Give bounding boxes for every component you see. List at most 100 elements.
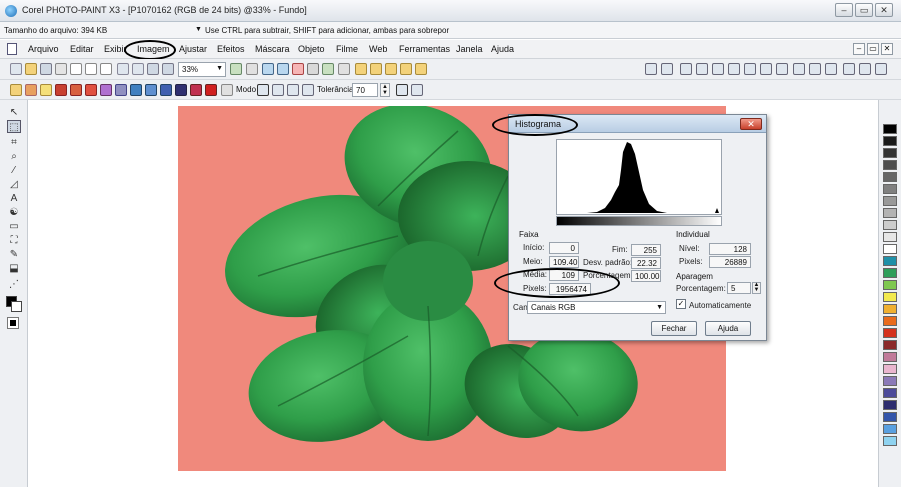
window-e-icon[interactable]: [859, 63, 871, 75]
text-tool-icon[interactable]: A: [7, 192, 21, 205]
snap-icon[interactable]: [744, 63, 756, 75]
open-icon[interactable]: [25, 63, 37, 75]
eyedropper-tool-icon[interactable]: ⁄: [7, 164, 21, 177]
water-icon[interactable]: [130, 84, 142, 96]
brush-icon[interactable]: [10, 84, 22, 96]
doc-close-button[interactable]: ✕: [881, 43, 893, 55]
fill-icon[interactable]: [85, 84, 97, 96]
mask-transform-icon[interactable]: [246, 63, 258, 75]
tolerance-input[interactable]: 70: [352, 83, 378, 97]
palette-color-chip[interactable]: [883, 172, 897, 182]
fechar-button[interactable]: Fechar: [651, 321, 697, 336]
palette-color-chip[interactable]: [883, 124, 897, 134]
antialias-icon[interactable]: [396, 84, 408, 96]
palette-color-chip[interactable]: [883, 160, 897, 170]
window-c-icon[interactable]: [825, 63, 837, 75]
clone-icon[interactable]: [100, 84, 112, 96]
menu-ajustar[interactable]: Ajustar: [179, 44, 207, 54]
redo-icon[interactable]: [132, 63, 144, 75]
tool-e-icon[interactable]: [415, 63, 427, 75]
feather-icon[interactable]: [411, 84, 423, 96]
plus-icon[interactable]: [776, 63, 788, 75]
mode-add-icon[interactable]: [272, 84, 284, 96]
dodge-icon[interactable]: [160, 84, 172, 96]
window-f-icon[interactable]: [875, 63, 887, 75]
rectangle-tool-icon[interactable]: ▭: [7, 220, 21, 233]
mask-marquee-icon[interactable]: [292, 63, 304, 75]
palette-color-chip[interactable]: [883, 424, 897, 434]
docker-icon[interactable]: [680, 63, 692, 75]
eraser-icon[interactable]: [190, 84, 202, 96]
aparagem-porcentagem-input[interactable]: 5: [727, 282, 751, 294]
palette-color-chip[interactable]: [883, 316, 897, 326]
palette-color-chip[interactable]: [883, 400, 897, 410]
menu-filme[interactable]: Filme: [336, 44, 358, 54]
smear-icon[interactable]: [115, 84, 127, 96]
guidelines-icon[interactable]: [728, 63, 740, 75]
sponge-icon[interactable]: [145, 84, 157, 96]
paste-icon[interactable]: [100, 63, 112, 75]
tolerance-stepper[interactable]: ▲ ▼: [380, 83, 390, 97]
menu-janela[interactable]: Janela: [456, 44, 483, 54]
palette-color-chip[interactable]: [883, 412, 897, 422]
print-icon[interactable]: [55, 63, 67, 75]
maximize-button[interactable]: ▭: [855, 3, 873, 17]
menu-editar[interactable]: Editar: [70, 44, 94, 54]
grid-icon[interactable]: [712, 63, 724, 75]
new-icon[interactable]: [10, 63, 22, 75]
layout-icon[interactable]: [661, 63, 673, 75]
palette-color-chip[interactable]: [883, 268, 897, 278]
palette-color-chip[interactable]: [883, 436, 897, 446]
mode-normal-icon[interactable]: [257, 84, 269, 96]
mode-subtract-icon[interactable]: [287, 84, 299, 96]
menu-ajuda[interactable]: Ajuda: [491, 44, 514, 54]
export-icon[interactable]: [162, 63, 174, 75]
mask-overlay-icon[interactable]: [277, 63, 289, 75]
close-icon[interactable]: ✕: [740, 118, 762, 130]
palette-color-chip[interactable]: [883, 256, 897, 266]
palette-color-chip[interactable]: [883, 280, 897, 290]
crop-tool-icon[interactable]: ⌗: [7, 136, 21, 149]
paint-tool-icon[interactable]: ✎: [7, 248, 21, 261]
eraser-tool-icon[interactable]: ◿: [7, 178, 21, 191]
automaticamente-checkbox[interactable]: ✓: [676, 299, 686, 309]
redeye-icon[interactable]: [205, 84, 217, 96]
view-icon[interactable]: [230, 63, 242, 75]
magic-wand-icon[interactable]: [221, 84, 233, 96]
drop-icon[interactable]: [55, 84, 67, 96]
tool-b-icon[interactable]: [370, 63, 382, 75]
palette-color-chip[interactable]: [883, 364, 897, 374]
doc-restore-button[interactable]: ▭: [867, 43, 879, 55]
palette-color-chip[interactable]: [883, 244, 897, 254]
copy-icon[interactable]: [85, 63, 97, 75]
fill-color-swatch[interactable]: [7, 317, 19, 329]
menu-web[interactable]: Web: [369, 44, 387, 54]
save-icon[interactable]: [40, 63, 52, 75]
cut-icon[interactable]: [70, 63, 82, 75]
palette-color-chip[interactable]: [883, 352, 897, 362]
grid-view-icon[interactable]: [645, 63, 657, 75]
palette-color-chip[interactable]: [883, 196, 897, 206]
zoom-tool-icon[interactable]: ⌕: [7, 150, 21, 163]
aparagem-porcentagem-stepper[interactable]: ▲ ▼: [752, 282, 761, 294]
mask-tool-icon[interactable]: ⬚: [7, 120, 21, 133]
object-icon[interactable]: [322, 63, 334, 75]
zoom-level-select[interactable]: 33% ▼: [178, 62, 226, 77]
mask-mode-icon[interactable]: [262, 63, 274, 75]
light-icon[interactable]: [40, 84, 52, 96]
palette-color-chip[interactable]: [883, 220, 897, 230]
doc-minimize-button[interactable]: ‒: [853, 43, 865, 55]
palette-color-chip[interactable]: [883, 328, 897, 338]
canal-select[interactable]: Canais RGB ▼: [527, 301, 666, 314]
hint-dropdown-arrow-icon[interactable]: ▼: [195, 26, 202, 33]
background-color-swatch[interactable]: [11, 301, 22, 312]
palette-color-chip[interactable]: [883, 136, 897, 146]
object-picker-icon[interactable]: [307, 63, 319, 75]
close-button[interactable]: ✕: [875, 3, 893, 17]
effect-brush-icon[interactable]: [25, 84, 37, 96]
palette-color-chip[interactable]: [883, 232, 897, 242]
mode-xor-icon[interactable]: [302, 84, 314, 96]
zoom-tool-icon[interactable]: [338, 63, 350, 75]
palette-color-chip[interactable]: [883, 340, 897, 350]
tool-c-icon[interactable]: [385, 63, 397, 75]
